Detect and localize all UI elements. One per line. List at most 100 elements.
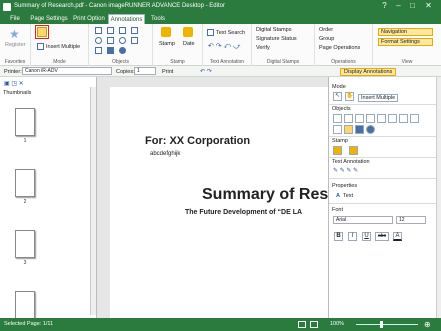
object-tool-12[interactable] [366, 125, 375, 134]
close-button[interactable]: ✕ [422, 0, 435, 13]
italic-button[interactable]: I [348, 232, 357, 241]
object-tool-11[interactable] [355, 125, 364, 134]
thumbnails-pane: ▣ ◳ ✕ Thumbnails 1 2 3 [0, 77, 97, 319]
signature-status-button[interactable]: Signature Status [256, 36, 297, 42]
callout-icon[interactable] [119, 27, 126, 34]
code-text: abcdefghijk [150, 151, 181, 157]
print-toolbar: Printer: Canon iR-ADV Copies: 1 Print ↶ … [0, 66, 441, 77]
stamp-icon[interactable] [161, 27, 171, 37]
pen-icon[interactable] [95, 27, 102, 34]
insert-multiple-icon[interactable] [37, 43, 44, 50]
verify-button[interactable]: Verify [256, 45, 270, 51]
document-area: For: XX Corporation abcdefghijk Summary … [97, 77, 328, 318]
object-tool-9[interactable] [333, 125, 342, 134]
bold-button[interactable]: B [334, 232, 343, 241]
digital-stamps-group: Digital Stamps Signature Status Verify D… [252, 24, 315, 66]
operations-group: Order Group Page Operations Operations [315, 24, 373, 66]
date-stamp-tool[interactable] [349, 146, 358, 155]
rectangle-icon[interactable] [107, 37, 114, 44]
hand-icon[interactable]: ✋ [345, 92, 354, 101]
tab-page-settings[interactable]: Page Settings [29, 14, 69, 24]
stamp-button[interactable]: Stamp [159, 41, 175, 47]
order-button[interactable]: Order [319, 27, 333, 33]
stamp-tool[interactable] [333, 146, 342, 155]
properties-scrollbar[interactable] [436, 77, 441, 318]
ellipse-icon[interactable] [95, 37, 102, 44]
print-button[interactable]: Print [162, 69, 173, 75]
view-single-icon[interactable] [298, 321, 306, 328]
ribbon: ★ Register Favorites Insert Multiple Mod… [0, 24, 441, 66]
text-search-icon[interactable] [207, 29, 214, 36]
digital-stamps-button[interactable]: Digital Stamps [256, 27, 291, 33]
navigation-button[interactable]: Navigation [378, 28, 433, 36]
star-icon[interactable]: ★ [9, 27, 20, 41]
group-button[interactable]: Group [319, 36, 334, 42]
insert-multiple-toggle[interactable]: Insert Multiple [358, 94, 399, 102]
object-tool-7[interactable] [399, 114, 408, 123]
display-annotations-button[interactable]: Display Annotations [340, 68, 397, 76]
object-tool-6[interactable] [388, 114, 397, 123]
view-label: View [401, 59, 413, 65]
tab-tools[interactable]: Tools [147, 14, 169, 24]
tab-print-option[interactable]: Print Option [71, 14, 107, 24]
date-button[interactable]: Date [183, 41, 195, 47]
object-tool-10[interactable] [344, 125, 353, 134]
note-icon[interactable] [131, 27, 138, 34]
filled-rect-icon[interactable] [107, 47, 114, 54]
help-button[interactable]: ? [378, 0, 391, 13]
select-icon[interactable]: ↖ [333, 92, 342, 101]
filled-circle-icon[interactable] [119, 47, 126, 54]
underline-button[interactable]: U [362, 232, 371, 241]
undo-redo-icons[interactable]: ↶ ↷ [200, 68, 212, 75]
text-box-icon[interactable] [107, 27, 114, 34]
line-icon[interactable] [95, 47, 102, 54]
object-tool-3[interactable] [355, 114, 364, 123]
font-size-select[interactable]: 12 [396, 216, 426, 224]
app-icon [3, 3, 11, 11]
format-settings-button[interactable]: Format Settings [378, 38, 433, 46]
tab-file[interactable]: File [5, 14, 25, 24]
zoom-in-icon[interactable]: ⊕ [424, 320, 431, 329]
font-color-button[interactable]: A [393, 232, 402, 241]
highlight-frame [35, 25, 49, 39]
tab-annotations[interactable]: Annotations [108, 14, 145, 24]
text-search-button[interactable]: Text Search [216, 30, 245, 36]
circle-icon[interactable] [119, 37, 126, 44]
copies-input[interactable]: 1 [134, 67, 156, 75]
pane-icons[interactable]: ▣ ◳ ✕ [4, 80, 24, 87]
strikethrough-button[interactable]: abc [375, 232, 389, 241]
digital-stamps-label: Digital Stamps [266, 59, 300, 65]
object-tool-4[interactable] [366, 114, 375, 123]
zoom-slider-thumb[interactable] [380, 321, 383, 328]
date-stamp-icon[interactable] [183, 27, 193, 37]
object-tool-8[interactable] [410, 114, 419, 123]
copies-label: Copies: [116, 69, 135, 75]
register-button[interactable]: Register [5, 42, 25, 48]
objects-group: Objects [89, 24, 153, 66]
text-annotation-tools[interactable]: ↶ ↷ ⤺ ⤻ [208, 42, 241, 51]
polygon-icon[interactable] [131, 37, 138, 44]
objects-section-title: Objects [332, 106, 351, 112]
object-tool-2[interactable] [344, 114, 353, 123]
font-label: Font [332, 207, 344, 213]
insert-multiple-button[interactable]: Insert Multiple [46, 44, 80, 50]
view-double-icon[interactable] [310, 321, 318, 328]
status-bar: Selected Page: 1/11 100% ⊕ [0, 318, 441, 331]
object-tool-1[interactable] [333, 114, 342, 123]
thumbnail-page-1[interactable] [15, 108, 35, 136]
selected-page-status: Selected Page: 1/11 [4, 321, 54, 327]
page-operations-button[interactable]: Page Operations [319, 45, 360, 51]
thumbnail-page-3[interactable] [15, 230, 35, 258]
thumbnail-page-4[interactable] [15, 291, 35, 319]
object-tool-5[interactable] [377, 114, 386, 123]
printer-select[interactable]: Canon iR-ADV [22, 67, 112, 75]
zoom-slider[interactable] [356, 324, 418, 325]
text-annotation-group: Text Search ↶ ↷ ⤺ ⤻ Text Annotation [203, 24, 252, 66]
font-name-select[interactable]: Arial [333, 216, 393, 224]
minimize-button[interactable]: – [392, 0, 405, 13]
thumbnails-scrollbar[interactable] [90, 87, 96, 315]
text-annotation-icons[interactable]: ✎ ✎ ✎ ✎ [333, 167, 358, 174]
zoom-level: 100% [330, 321, 345, 327]
maximize-button[interactable]: □ [406, 0, 419, 13]
thumbnail-page-2[interactable] [15, 169, 35, 197]
